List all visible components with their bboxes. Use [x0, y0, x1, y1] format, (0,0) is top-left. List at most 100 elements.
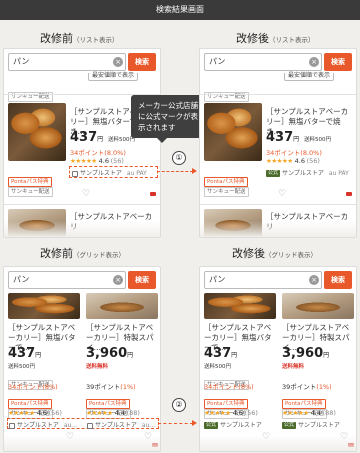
- price-value: 3,960: [282, 346, 324, 361]
- rating-value: 4.6: [36, 409, 47, 417]
- grid-store-1[interactable]: サンプルストア au...: [9, 420, 77, 429]
- rating-value: 4.6: [98, 157, 109, 165]
- grid-shipping-2: 送料無料: [282, 364, 305, 370]
- grid-price-1: 437円: [204, 347, 237, 363]
- sort-chip[interactable]: 最安値順で表示: [88, 73, 138, 81]
- heart-icon-1[interactable]: ♡: [262, 432, 270, 442]
- pay-label: au PAY: [328, 170, 349, 177]
- pay-label: au...: [63, 422, 78, 429]
- stars-icon: ★★★★★: [282, 409, 309, 417]
- label-list-after: 改修後（リスト表示）: [236, 30, 315, 46]
- review-count[interactable]: (88): [127, 409, 140, 417]
- cart-icon[interactable]: [348, 443, 354, 447]
- search-bar: パン × 検索: [8, 271, 156, 289]
- store-icon: [9, 422, 15, 429]
- points-rate: (8.0%): [104, 149, 126, 157]
- review-count[interactable]: (56): [245, 409, 258, 417]
- price-unit: 円: [97, 136, 104, 143]
- store-name[interactable]: 公式 サンプルストア au PAY: [266, 168, 349, 177]
- rating-value: 4.4: [310, 409, 321, 417]
- points: 34ポイント(8.0%): [266, 147, 322, 157]
- product-image-2[interactable]: [8, 209, 66, 237]
- grid-shipping-1: 送料500円: [8, 364, 35, 370]
- arrow-one-head: [192, 168, 197, 174]
- sort-chip[interactable]: 最安値順で表示: [284, 73, 334, 81]
- marker-one: ①: [172, 151, 186, 165]
- cart-icon[interactable]: [152, 443, 158, 447]
- product-image-2[interactable]: [204, 209, 262, 237]
- heart-icon-2[interactable]: ♡: [144, 432, 152, 442]
- section-subtitle: （リスト表示）: [73, 36, 119, 44]
- grid-store-2[interactable]: サンプルストア au...: [87, 420, 155, 429]
- store-icon: [87, 422, 93, 429]
- pay-label: au...: [141, 422, 156, 429]
- store-label: サンプルストア: [298, 422, 340, 429]
- grid-store-2[interactable]: 公式 サンプルストア: [282, 420, 340, 429]
- grid-price-2: 3,960円: [282, 347, 329, 363]
- clear-icon[interactable]: ×: [309, 275, 319, 285]
- product-image[interactable]: [204, 103, 262, 161]
- rating: ★★★★★ 4.6 (56): [70, 157, 124, 165]
- cart-icon[interactable]: [346, 192, 352, 196]
- price-unit: 円: [231, 352, 238, 359]
- cart-icon[interactable]: [150, 192, 156, 196]
- price-value: 3,960: [86, 346, 128, 361]
- review-count[interactable]: (88): [323, 409, 336, 417]
- sankyu-chip-2: サンキュー配送: [204, 178, 249, 197]
- product-image[interactable]: [8, 103, 66, 161]
- section-subtitle: （グリッド表示）: [265, 251, 317, 259]
- arrow-one-line: [157, 171, 193, 172]
- pay-label: au PAY: [126, 170, 147, 177]
- grid-image-1[interactable]: [204, 293, 276, 319]
- grid-shipping-1: 送料500円: [204, 364, 231, 370]
- price-value: 437: [70, 130, 98, 145]
- search-button[interactable]: 検索: [324, 53, 352, 71]
- grid-image-2[interactable]: [86, 293, 158, 319]
- official-badge: 公式: [266, 170, 281, 177]
- search-button[interactable]: 検索: [128, 53, 156, 71]
- label-grid-after: 改修後（グリッド表示）: [232, 245, 317, 261]
- store-name[interactable]: サンプルストア au PAY: [72, 168, 147, 177]
- product-price: 437円: [70, 131, 103, 147]
- points-rate: (8.0%): [300, 149, 322, 157]
- sankyu-label: サンキュー配送: [8, 187, 53, 197]
- grid-price-1: 437円: [8, 347, 41, 363]
- grid-rating-1: ★★★★★ 4.6 (56): [204, 409, 258, 417]
- search-input[interactable]: パン: [204, 53, 322, 71]
- product-price: 437円: [266, 131, 299, 147]
- search-input[interactable]: パン: [8, 53, 126, 71]
- grid-image-2[interactable]: [282, 293, 354, 319]
- section-title: 改修前: [40, 32, 73, 45]
- store-label: サンプルストア: [282, 170, 324, 177]
- panel-list-after: パン × 検索 最安値順で表示 サンキュー配送 ［サンプルストアベーカリー］無塩…: [199, 48, 357, 238]
- search-button[interactable]: 検索: [324, 271, 352, 289]
- label-grid-before: 改修前（グリッド表示）: [40, 245, 125, 261]
- panel-grid-after: パン × 検索 ［サンプルストアベーカリー］無塩バターで… ［サンプルストアベー…: [199, 266, 357, 452]
- search-button[interactable]: 検索: [128, 271, 156, 289]
- rating-value: 4.6: [294, 157, 305, 165]
- official-badge: 公式: [282, 422, 297, 429]
- search-input[interactable]: パン: [8, 271, 126, 289]
- sankyu-chip: サンキュー配送: [204, 83, 249, 102]
- product-name-2[interactable]: ［サンプルストアベーカリ: [70, 212, 158, 232]
- clear-icon[interactable]: ×: [309, 57, 319, 67]
- section-subtitle: （グリッド表示）: [73, 251, 125, 259]
- review-count[interactable]: (56): [307, 157, 320, 165]
- store-label: サンプルストア: [17, 422, 59, 429]
- grid-store-1[interactable]: 公式 サンプルストア: [204, 420, 262, 429]
- heart-icon-1[interactable]: ♡: [66, 432, 74, 442]
- grid-price-2: 3,960円: [86, 347, 133, 363]
- grid-rating-2: ★★★★★ 4.4 (88): [282, 409, 336, 417]
- grid-image-1[interactable]: [8, 293, 80, 319]
- review-count[interactable]: (56): [111, 157, 124, 165]
- heart-icon[interactable]: ♡: [278, 189, 286, 199]
- sankyu-chip: サンキュー配送: [8, 83, 53, 102]
- heart-icon[interactable]: ♡: [82, 189, 90, 199]
- clear-icon[interactable]: ×: [113, 57, 123, 67]
- product-name-2[interactable]: ［サンプルストアベーカリ: [266, 212, 354, 232]
- search-input[interactable]: パン: [204, 271, 322, 289]
- review-count[interactable]: (56): [49, 409, 62, 417]
- clear-icon[interactable]: ×: [113, 275, 123, 285]
- heart-icon-2[interactable]: ♡: [340, 432, 348, 442]
- panel-list-before: パン × 検索 最安値順で表示 サンキュー配送 ［サンプルストアベーカリー］無塩…: [3, 48, 161, 238]
